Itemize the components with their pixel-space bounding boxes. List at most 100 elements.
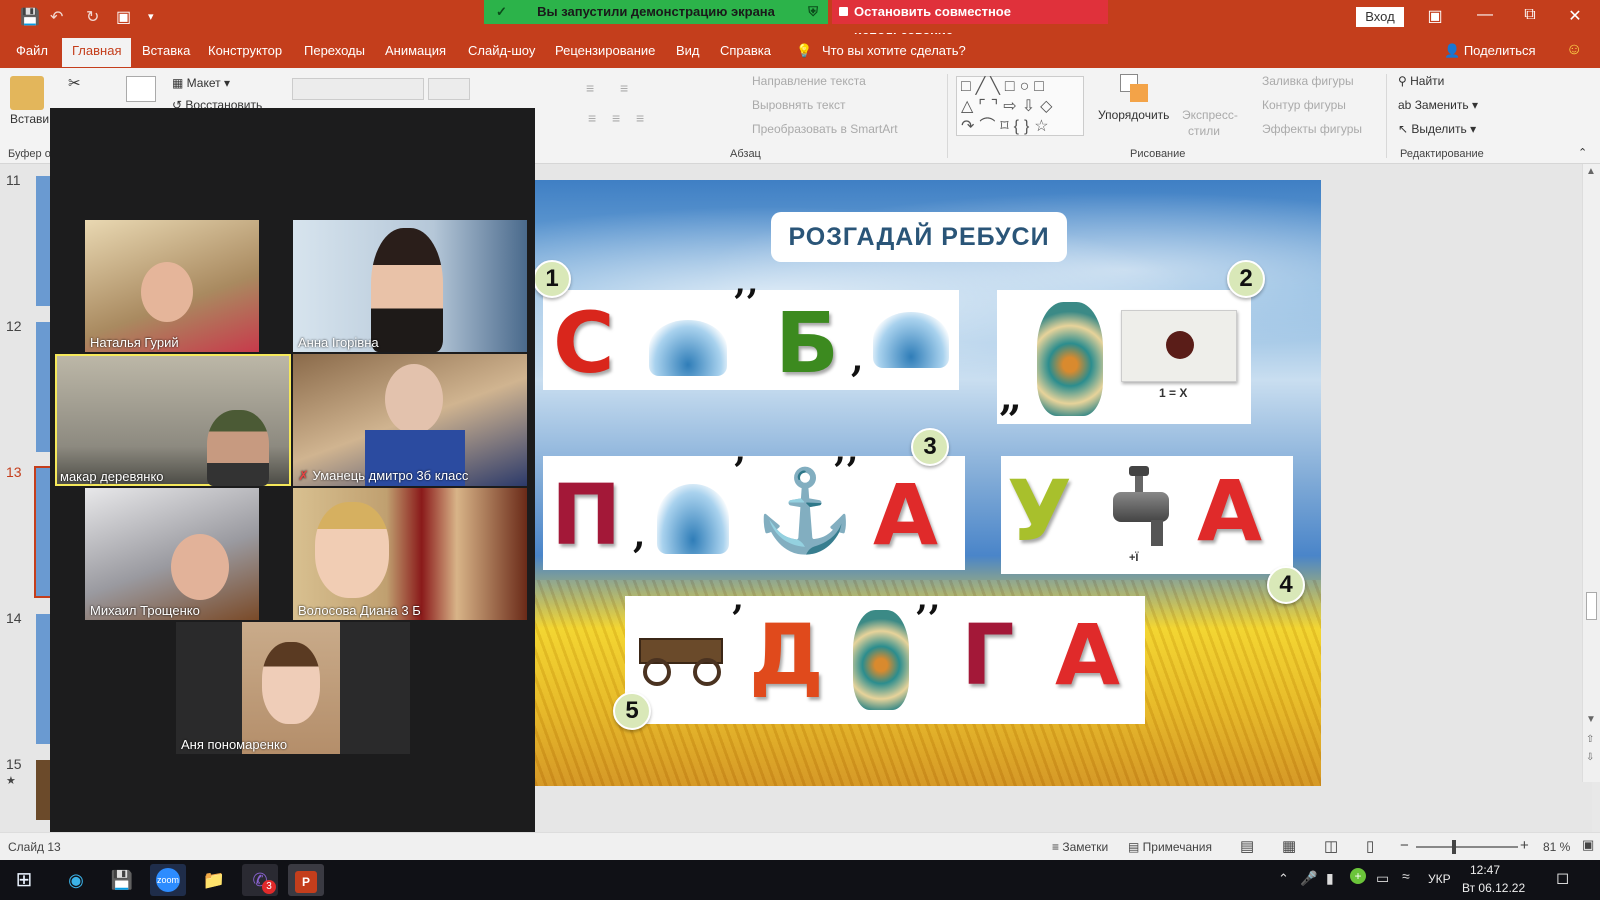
shapes-gallery[interactable]: □╱╲□○□ △⌜⌝⇨⇩◇ ↷⌒⌑{}☆ [956,76,1084,136]
participant-video-active-speaker[interactable]: макар деревянко [55,354,291,486]
cut-icon[interactable]: ✂ [68,74,81,92]
tab-insert[interactable]: Вставка [142,43,190,58]
update-icon[interactable]: + [1350,868,1366,884]
slide-canvas[interactable]: РОЗГАДАЙ РЕБУСИ С ’’ Б , 1 „ 1 = Х 2 П ,… [535,180,1321,786]
participant-video[interactable]: Аня пономаренко [176,622,410,754]
zoom-slider[interactable] [1416,846,1518,848]
shape-fill-button[interactable]: Заливка фигуры [1262,74,1354,88]
slide-number-current[interactable]: 13 [6,464,22,480]
shape-outline-button[interactable]: Контур фигуры [1262,98,1346,112]
close-button[interactable]: ✕ [1560,6,1590,26]
collapse-ribbon-icon[interactable]: ⌃ [1578,146,1587,159]
rebus-4-card[interactable]: У +Ї А [1001,456,1293,574]
restore-button[interactable]: ⧉ [1515,6,1545,24]
powerpoint-icon[interactable]: P [288,864,324,896]
battery-icon[interactable]: ▭ [1376,870,1389,887]
tab-review[interactable]: Рецензирование [555,43,655,58]
tab-help[interactable]: Справка [720,43,771,58]
font-name-input[interactable] [292,78,424,100]
slide-number[interactable]: 14 [6,610,22,626]
ribbon-display-icon[interactable]: ▣ [1420,6,1450,26]
present-icon[interactable]: ▣ [116,7,131,27]
scroll-thumb[interactable] [1586,592,1597,620]
text-direction-button[interactable]: Направление текста [752,74,866,88]
normal-view-icon[interactable]: ▤ [1240,837,1254,855]
paste-button[interactable]: Встави [10,112,49,126]
redo-icon[interactable]: ↻ [86,7,99,27]
tab-file[interactable]: Файл [16,43,48,58]
align-right-icon[interactable]: ≡ [636,110,644,126]
tell-me-input[interactable]: Что вы хотите сделать? [822,43,966,58]
rebus-3-card[interactable]: П , ’ ⚓ ’’ А [543,450,965,570]
save-app-icon[interactable]: 💾 [104,864,140,896]
shape-effects-button[interactable]: Эффекты фигуры [1262,122,1362,136]
participant-video[interactable]: Анна Ігорівна [293,220,527,352]
rebus-2-card[interactable]: „ 1 = Х [997,290,1251,424]
quick-styles-button[interactable]: Экспресс- [1182,108,1238,122]
zoom-in-icon[interactable]: + [1520,837,1529,854]
align-text-button[interactable]: Выровнять текст [752,98,845,112]
bullets-icon[interactable]: ≡ [586,80,594,96]
undo-icon[interactable]: ↶ [50,7,63,27]
smiley-icon[interactable]: ☺ [1566,41,1582,59]
minimize-button[interactable]: — [1470,6,1500,24]
scroll-up-icon[interactable]: ▲ [1586,166,1596,177]
zoom-app-icon[interactable]: zoom [150,864,186,896]
rebus-1-card[interactable]: С ’’ Б , [543,282,959,392]
fit-slide-icon[interactable]: ▣ [1582,837,1594,853]
slide-number[interactable]: 15 [6,756,22,772]
select-button[interactable]: ↖ Выделить ▾ [1398,122,1476,136]
tab-slideshow[interactable]: Слайд-шоу [468,43,535,58]
zoom-level[interactable]: 81 % [1543,840,1570,854]
slide-number[interactable]: 11 [6,172,21,188]
tab-view[interactable]: Вид [676,43,700,58]
participant-video[interactable]: Наталья Гурий [85,220,259,352]
zoom-gallery-panel[interactable]: Наталья Гурий Анна Ігорівна макар деревя… [50,108,535,860]
windows-start-icon[interactable]: ⊞ [6,864,42,896]
quick-styles-button-2[interactable]: стили [1188,124,1220,138]
tab-animations[interactable]: Анимация [385,43,446,58]
comments-button[interactable]: ▤ Примечания [1128,840,1212,854]
tray-expand-icon[interactable]: ⌃ [1278,871,1289,887]
reading-view-icon[interactable]: ◫ [1324,837,1338,855]
tab-home[interactable]: Главная [62,38,132,67]
participant-video[interactable]: Волосова Диана 3 Б [293,488,527,620]
share-button[interactable]: 👤 Поделиться [1444,43,1536,59]
screen-share-status[interactable]: ✓ Вы запустили демонстрацию экрана ⛨ [484,0,828,24]
numbering-icon[interactable]: ≡ [620,80,628,96]
arrange-icon[interactable] [1120,74,1150,104]
align-left-icon[interactable]: ≡ [588,110,596,126]
viber-icon[interactable]: ✆ 3 [242,864,278,896]
wifi-icon[interactable]: ≈ [1402,868,1410,884]
participant-video[interactable]: ✗ Уманець дмитро 3б класс [293,354,527,486]
slide-title[interactable]: РОЗГАДАЙ РЕБУСИ [771,212,1067,262]
login-button[interactable]: Вход [1356,7,1404,27]
next-slide-icon[interactable]: ⇩ [1586,752,1594,763]
prev-slide-icon[interactable]: ⇧ [1586,734,1594,745]
arrange-button[interactable]: Упорядочить [1098,108,1169,122]
slide-number[interactable]: 12 [6,318,22,334]
clock-date[interactable]: Вт 06.12.22 [1462,881,1525,895]
slideshow-view-icon[interactable]: ▯ [1366,837,1374,855]
zoom-slider-thumb[interactable] [1452,840,1456,854]
language-indicator[interactable]: УКР [1428,872,1451,886]
replace-button[interactable]: ab Заменить ▾ [1398,98,1478,112]
rebus-5-card[interactable]: ’ Д ’’ Г А [625,596,1145,724]
usb-icon[interactable]: ▮ [1326,870,1334,887]
slide-sorter-icon[interactable]: ▦ [1282,837,1296,855]
tab-design[interactable]: Конструктор [208,43,282,58]
clock-time[interactable]: 12:47 [1470,863,1500,877]
align-center-icon[interactable]: ≡ [612,110,620,126]
notifications-icon[interactable]: ◻ [1556,868,1569,888]
file-explorer-icon[interactable]: 📁 [196,864,232,896]
find-button[interactable]: ⚲ Найти [1398,74,1444,88]
microphone-icon[interactable]: 🎤 [1300,870,1317,887]
save-icon[interactable]: 💾 [20,7,40,27]
notes-button[interactable]: ≡ Заметки [1052,840,1108,854]
zoom-out-icon[interactable]: − [1400,837,1409,854]
participant-video[interactable]: Михаил Трощенко [85,488,259,620]
stop-share-button[interactable]: Остановить совместное использование [832,0,1108,43]
scroll-down-icon[interactable]: ▼ [1586,714,1596,725]
new-slide-icon[interactable] [126,76,156,102]
font-size-input[interactable] [428,78,470,100]
